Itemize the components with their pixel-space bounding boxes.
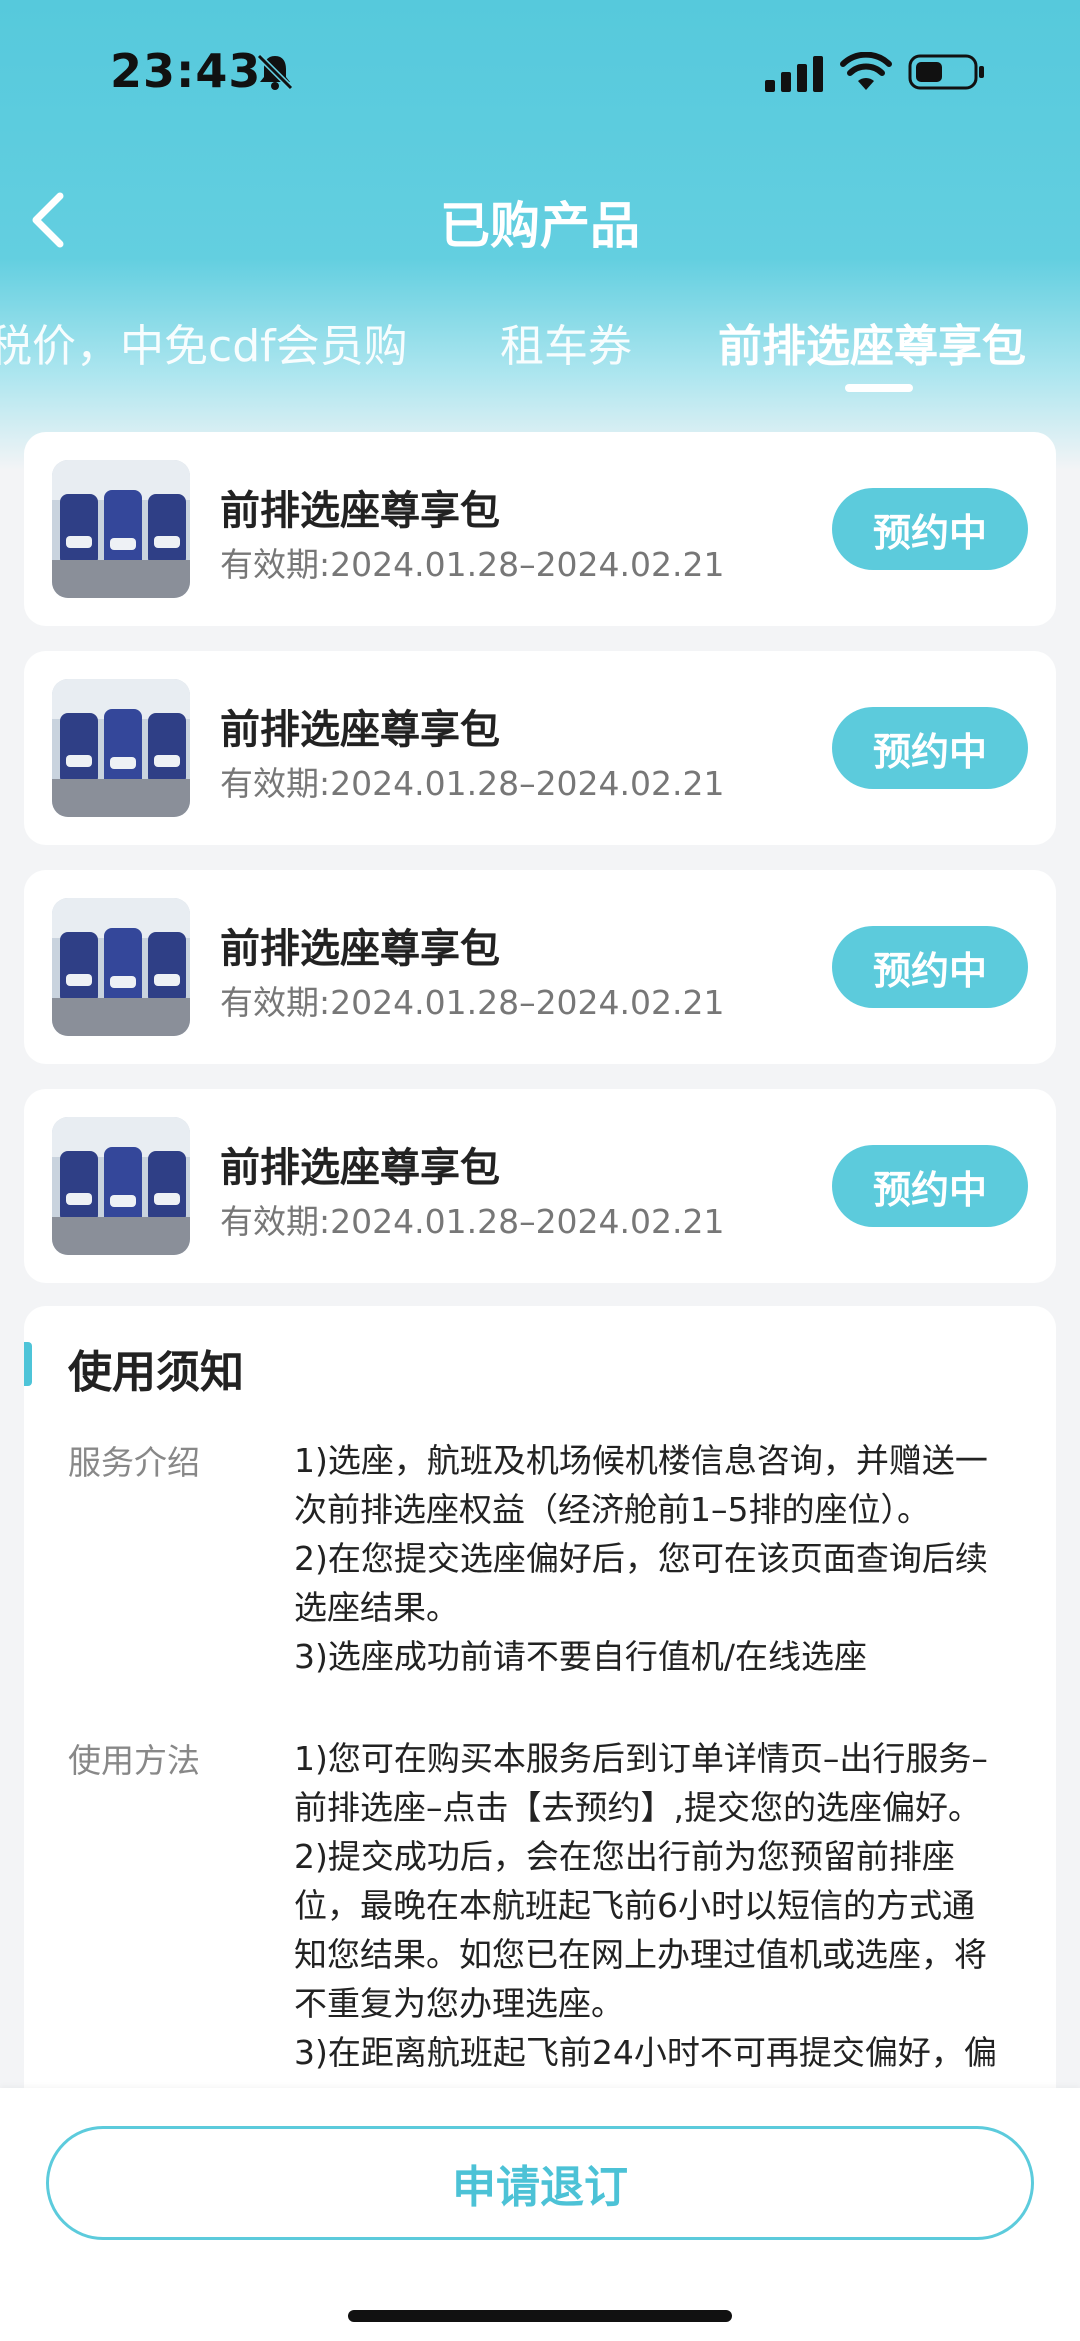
status-bar: 23:43 — [0, 0, 1080, 140]
product-card[interactable]: 前排选座尊享包 有效期:2024.01.28–2024.02.21 预约中 — [24, 1089, 1056, 1283]
notice-label: 使用方法 — [68, 1741, 200, 1780]
product-name: 前排选座尊享包 — [220, 488, 500, 534]
notice-line: 1)您可在购买本服务后到订单详情页–出行服务– — [294, 1739, 988, 1778]
product-thumbnail — [52, 679, 190, 817]
page-title: 已购产品 — [440, 197, 640, 255]
reservation-status-button[interactable]: 预约中 — [832, 488, 1028, 570]
reservation-status-button[interactable]: 预约中 — [832, 707, 1028, 789]
section-accent-bar — [24, 1342, 32, 1386]
product-card[interactable]: 前排选座尊享包 有效期:2024.01.28–2024.02.21 预约中 — [24, 651, 1056, 845]
usage-notice-section: 使用须知 服务介绍 1)选座，航班及机场候机楼信息咨询，并赠送一 次前排选座权益… — [24, 1306, 1056, 2166]
product-thumbnail — [52, 460, 190, 598]
product-card[interactable]: 前排选座尊享包 有效期:2024.01.28–2024.02.21 预约中 — [24, 432, 1056, 626]
product-name: 前排选座尊享包 — [220, 926, 500, 972]
notice-line: 3)在距离航班起飞前24小时不可再提交偏好，偏 — [294, 2033, 997, 2072]
notice-line: 次前排选座权益（经济舱前1–5排的座位）。 — [294, 1490, 930, 1529]
home-indicator — [348, 2310, 732, 2322]
page: 23:43 已购产品 税价，中免cdf会员购 租车券 前排选座尊享包 前排选座尊… — [0, 0, 1080, 2341]
section-title: 使用须知 — [68, 1347, 244, 1398]
notice-line: 选座结果。 — [294, 1588, 459, 1627]
tab-duty-free[interactable]: 税价，中免cdf会员购 — [0, 310, 408, 374]
product-thumbnail — [52, 898, 190, 1036]
apply-refund-button[interactable]: 申请退订 — [46, 2126, 1034, 2240]
notice-label: 服务介绍 — [68, 1443, 200, 1482]
notice-line: 2)在您提交选座偏好后，您可在该页面查询后续 — [294, 1539, 988, 1578]
notice-line: 前排选座–点击【去预约】,提交您的选座偏好。 — [294, 1788, 981, 1827]
status-time: 23:43 — [110, 44, 262, 98]
product-validity: 有效期:2024.01.28–2024.02.21 — [220, 983, 725, 1022]
bottom-action-bar: 申请退订 — [0, 2088, 1080, 2341]
bell-mute-icon — [256, 53, 294, 91]
notice-line: 位，最晚在本航班起飞前6小时以短信的方式通 — [294, 1886, 975, 1925]
product-validity: 有效期:2024.01.28–2024.02.21 — [220, 1202, 725, 1241]
product-thumbnail — [52, 1117, 190, 1255]
tab-car-rental[interactable]: 租车券 — [500, 310, 632, 374]
reservation-status-button[interactable]: 预约中 — [832, 1145, 1028, 1227]
tab-active-indicator — [845, 384, 913, 392]
notice-content: 1)选座，航班及机场候机楼信息咨询，并赠送一 次前排选座权益（经济舱前1–5排的… — [294, 1436, 1054, 1681]
notice-line: 2)提交成功后，会在您出行前为您预留前排座 — [294, 1837, 955, 1876]
battery-icon — [908, 54, 984, 90]
tab-bar: 税价，中免cdf会员购 租车券 前排选座尊享包 — [0, 310, 1080, 390]
notice-line: 3)选座成功前请不要自行值机/在线选座 — [294, 1637, 867, 1676]
product-name: 前排选座尊享包 — [220, 707, 500, 753]
product-card[interactable]: 前排选座尊享包 有效期:2024.01.28–2024.02.21 预约中 — [24, 870, 1056, 1064]
product-validity: 有效期:2024.01.28–2024.02.21 — [220, 764, 725, 803]
tab-front-seat-package[interactable]: 前排选座尊享包 — [718, 310, 1026, 374]
product-validity: 有效期:2024.01.28–2024.02.21 — [220, 545, 725, 584]
notice-line: 不重复为您办理选座。 — [294, 1984, 624, 2023]
wifi-icon — [840, 52, 892, 90]
product-name: 前排选座尊享包 — [220, 1145, 500, 1191]
reservation-status-button[interactable]: 预约中 — [832, 926, 1028, 1008]
notice-line: 1)选座，航班及机场候机楼信息咨询，并赠送一 — [294, 1441, 988, 1480]
notice-content: 1)您可在购买本服务后到订单详情页–出行服务– 前排选座–点击【去预约】,提交您… — [294, 1734, 1054, 2077]
notice-line: 知您结果。如您已在网上办理过值机或选座，将 — [294, 1935, 987, 1974]
cellular-signal-icon — [765, 56, 823, 92]
